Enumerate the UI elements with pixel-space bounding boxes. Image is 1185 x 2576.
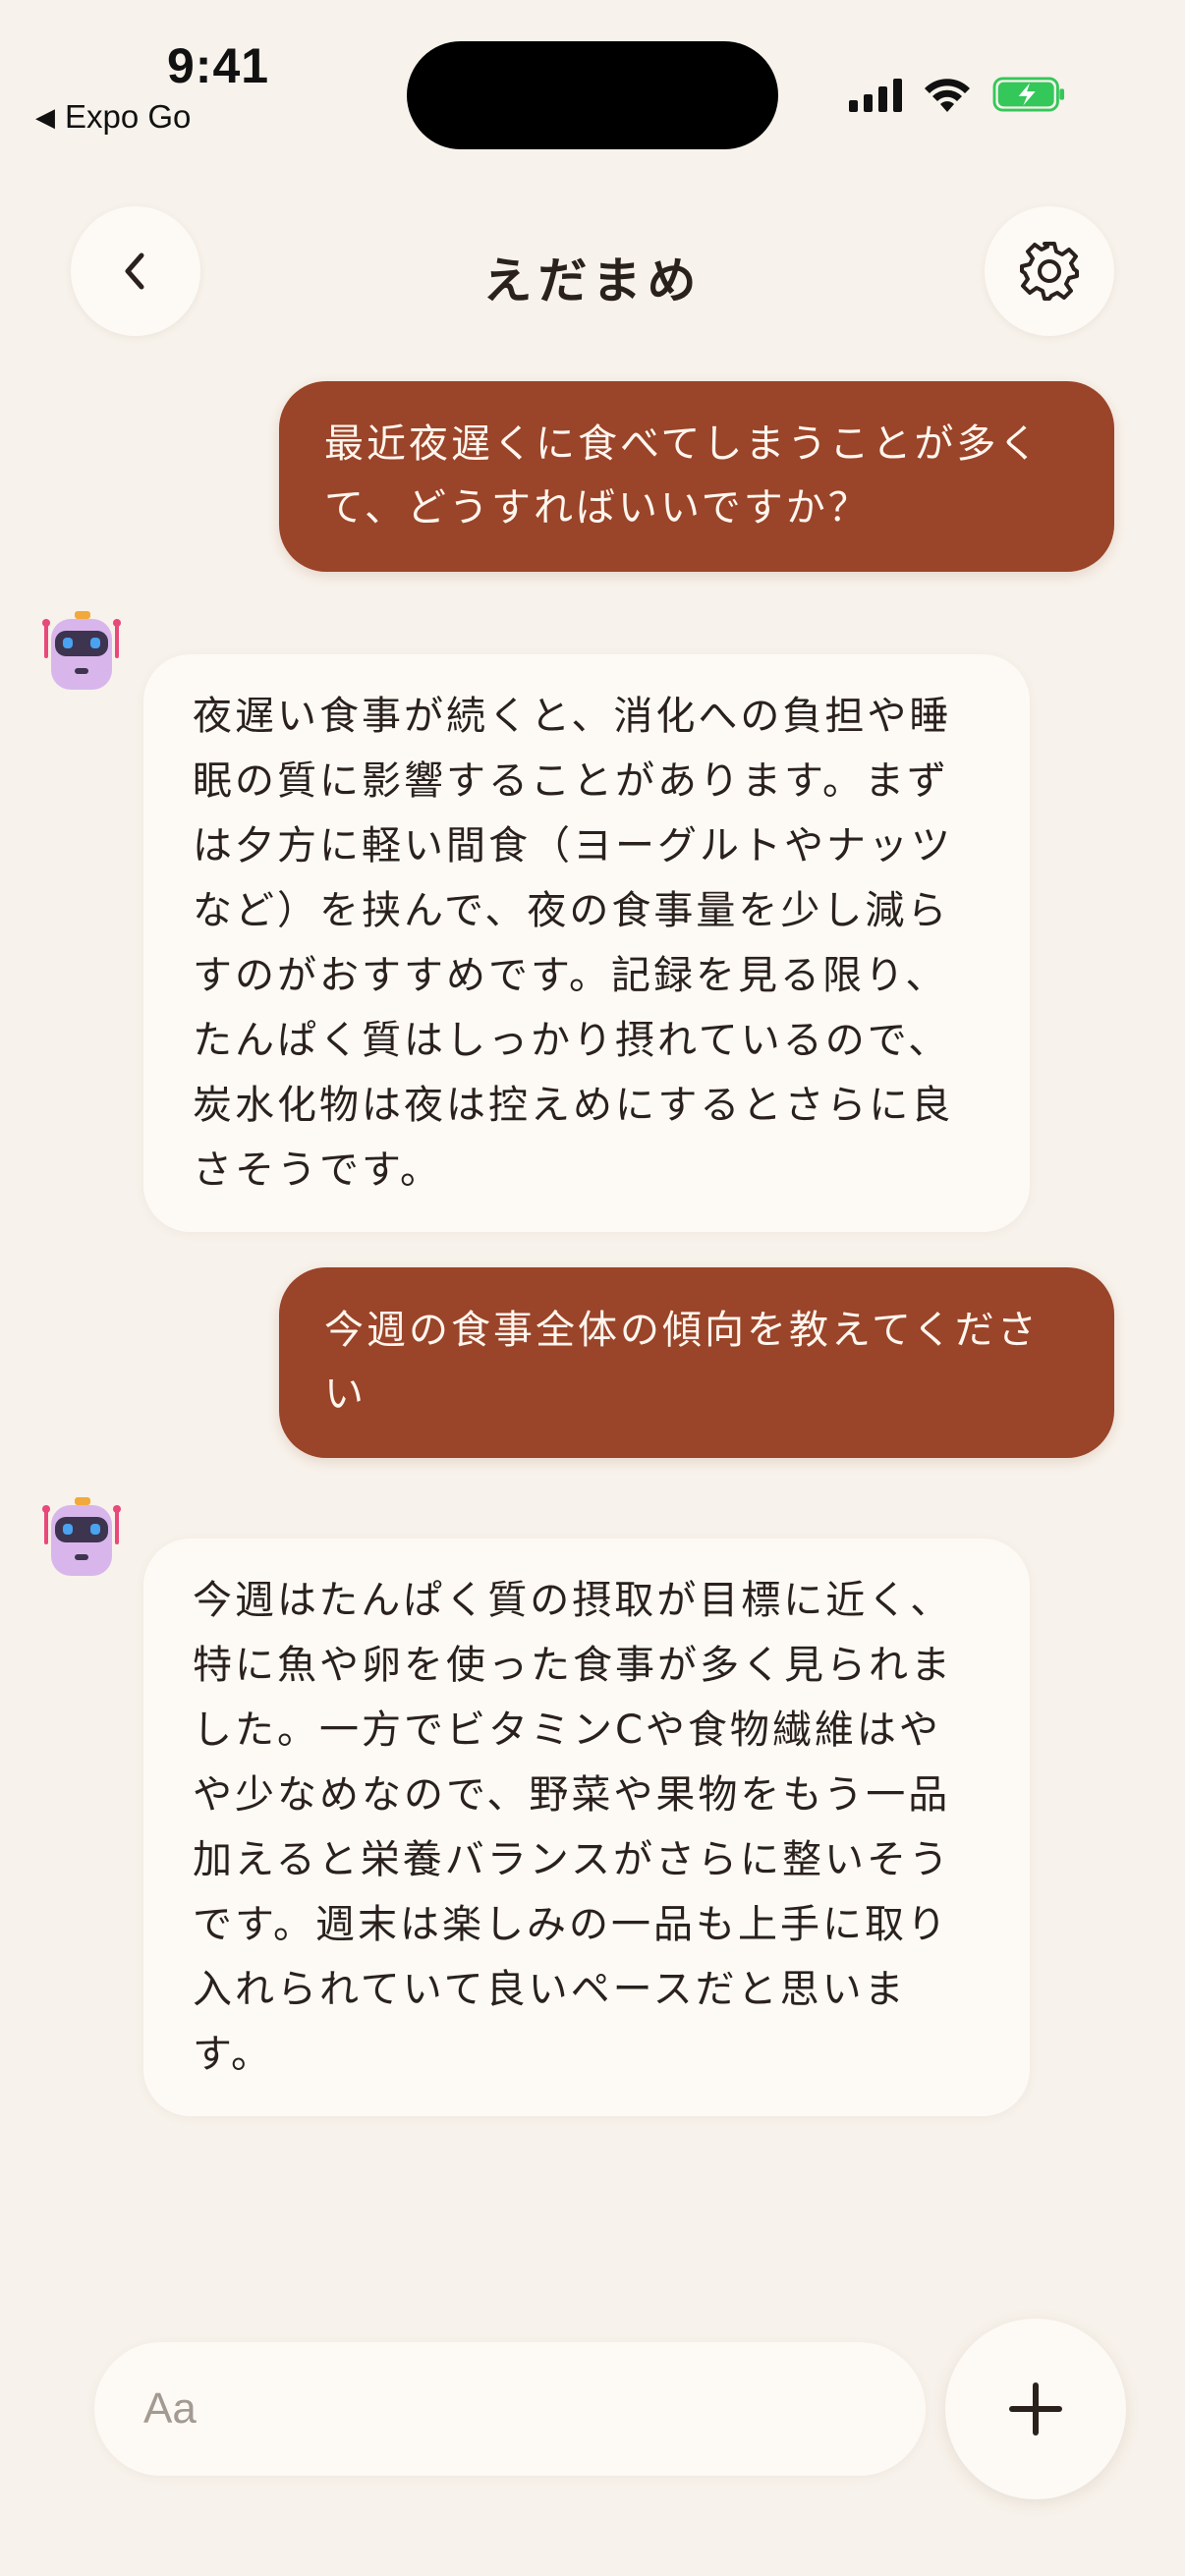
status-icons: [849, 73, 1067, 116]
user-message: 今週の食事全体の傾向を教えてください: [279, 1267, 1114, 1458]
gear-icon: [1020, 242, 1079, 301]
add-button[interactable]: [945, 2319, 1126, 2499]
assistant-message: 夜遅い食事が続くと、消化への負担や睡眠の質に影響することがあります。まずは夕方に…: [143, 654, 1030, 1232]
battery-charging-icon: [992, 77, 1065, 112]
assistant-message: 今週はたんぱく質の摂取が目標に近く、特に魚や卵を使った食事が多く見られました。一…: [143, 1539, 1030, 2116]
user-message: 最近夜遅くに食べてしまうことが多くて、どうすればいいですか？: [279, 381, 1114, 572]
dynamic-island: [407, 41, 778, 149]
status-time: 9:41: [167, 38, 270, 93]
message-input[interactable]: [141, 2383, 873, 2435]
plus-icon: [1009, 2382, 1062, 2436]
assistant-avatar-robot-icon: [42, 1497, 121, 1576]
settings-button[interactable]: [985, 206, 1114, 336]
back-to-app-label: Expo Go: [65, 98, 192, 135]
back-to-expo-go[interactable]: ◀ Expo Go: [35, 98, 191, 136]
wifi-icon: [925, 79, 970, 112]
chat-header: えだまめ: [0, 206, 1185, 336]
back-triangle-icon: ◀: [35, 101, 55, 132]
message-composer: [94, 2342, 926, 2476]
cellular-signal-icon: [849, 77, 902, 112]
assistant-avatar-robot-icon: [42, 611, 121, 690]
